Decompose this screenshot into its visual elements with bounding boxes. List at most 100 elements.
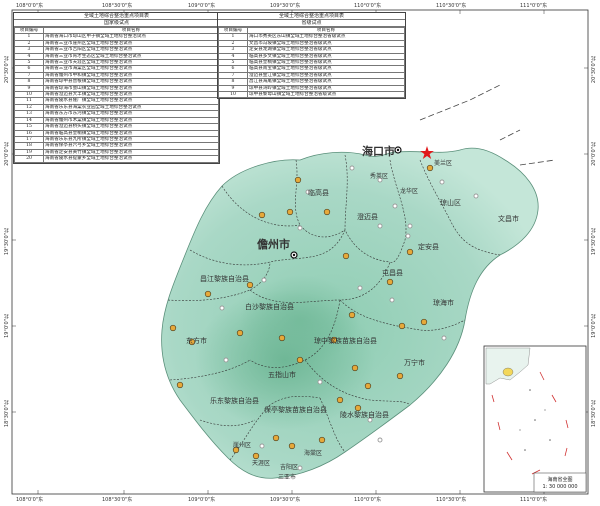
national-pilot-point [406,248,414,256]
coord-bottom-1: 108°0'0"东 [16,497,44,503]
label-haitang: 海棠区 [304,450,323,457]
coord-top-4: 109°30'0"东 [270,3,301,9]
national-pilot-point [342,252,350,260]
provincial-pilot-point [405,233,411,239]
provincial-pilot-point [261,277,267,283]
project-name: 海南省陵水县提蒙乡全域土地综合整治试点 [43,155,219,163]
coord-top-6: 110°30'0"东 [436,3,467,9]
project-number: 20 [14,155,44,163]
national-pilot-point [351,364,359,372]
label-qiongzhong: 琼中黎族苗族自治县 [314,337,377,345]
provincial-pilot-point [389,297,395,303]
provincial-pilot-point [441,335,447,341]
label-wenchang: 文昌市 [498,215,519,223]
national-pilot-point [294,176,302,184]
label-dingan: 定安县 [418,243,439,251]
label-lingao: 临高县 [308,189,329,197]
table-row: 20 海南省陵水县提蒙乡全域土地综合整治试点 [14,155,219,163]
provincial-pilot-point [473,193,479,199]
label-sanya: 三亚市 [278,474,297,481]
label-tianya: 天涯区 [252,460,271,467]
coord-left-4: 19°0'0"北 [4,314,10,338]
coord-top-7: 111°0'0"东 [520,3,548,9]
national-pilot-point [348,311,356,319]
coord-right-2: 20°0'0"北 [591,142,597,166]
provincial-pilot-point [259,443,265,449]
label-baisha: 白沙黎族自治县 [245,303,294,311]
provincial-pilot-point [377,223,383,229]
national-pilot-point [286,208,294,216]
map-stage: 全域土地综合整治重点项目表 国家级试点 项目编号 项目名称 1 海南省海口市琼山区… [0,0,600,506]
provincial-pilot-table: 全域土地综合整治重点项目表 省级试点 项目编号 项目名称 1 海口市秀英区东山镇全… [217,12,406,100]
label-yazhou: 崖州区 [233,442,252,449]
label-wuzhishan: 五指山市 [268,371,296,379]
national-pilot-point [236,329,244,337]
label-xiuying: 秀英区 [370,173,389,180]
national-pilot-point [386,278,394,286]
national-pilot-point [176,381,184,389]
coord-left-5: 18°30'0"北 [4,400,10,428]
national-table-title: 全域土地综合整治重点项目表 [14,13,219,20]
provincial-pilot-point [357,285,363,291]
coord-right-5: 18°30'0"北 [591,400,597,428]
label-haikou: 海口市 [362,145,395,158]
coord-bottom-2: 108°30'0"东 [102,497,133,503]
label-dongfang: 东方市 [186,337,207,345]
coord-top-1: 108°0'0"东 [16,3,44,9]
national-pilot-point [336,396,344,404]
project-number: 10 [218,91,248,99]
provincial-pilot-point [297,225,303,231]
provincial-pilot-point [317,379,323,385]
label-ledong: 乐东黎族自治县 [210,397,259,405]
coord-top-3: 109°0'0"东 [188,3,216,9]
national-pilot-point [318,436,326,444]
coord-top-5: 110°0'0"东 [354,3,382,9]
coord-left-1: 20°30'0"北 [4,56,10,84]
national-pilot-point [169,324,177,332]
national-pilot-point [288,442,296,450]
coord-bottom-3: 109°0'0"东 [188,497,216,503]
inset-title: 海南省全图 [547,477,573,483]
label-longhua: 龙华区 [400,188,419,195]
label-chengmai: 澄迈县 [357,213,378,221]
coord-left-2: 20°0'0"北 [4,142,10,166]
label-wanning: 万宁市 [404,359,425,367]
national-pilot-point [296,356,304,364]
national-pilot-point [278,334,286,342]
provincial-pilot-point [377,437,383,443]
provincial-pilot-point [392,203,398,209]
national-pilot-point [426,164,434,172]
national-pilot-point [258,211,266,219]
label-qionghai: 琼海市 [433,299,454,307]
table-row: 10 琼中县黎母山镇全域土地综合整治省级试点 [218,91,405,99]
coord-right-1: 20°30'0"北 [591,56,597,84]
provincial-pilot-point [407,223,413,229]
label-jiyang: 吉阳区 [280,464,299,471]
provincial-table-subtitle: 省级试点 [218,20,405,27]
coord-bottom-4: 109°30'0"东 [270,497,301,503]
national-table-subtitle: 国家级试点 [14,20,219,27]
coord-top-2: 108°30'0"东 [102,3,133,9]
inset-scale: 1: 30 000 000 [542,484,578,490]
project-name: 琼中县黎母山镇全域土地综合整治省级试点 [247,91,405,99]
national-pilot-point [396,372,404,380]
label-lingshui: 陵水黎族自治县 [340,411,389,419]
label-baoting: 保亭黎族苗族自治县 [264,406,327,414]
national-pilot-point [398,322,406,330]
provincial-table-title: 全域土地综合整治重点项目表 [218,13,405,20]
national-pilot-table: 全域土地综合整治重点项目表 国家级试点 项目编号 项目名称 1 海南省海口市琼山区… [13,12,220,164]
label-danzhou: 儋州市 [257,238,290,251]
inset-map [483,345,587,493]
provincial-pilot-point [349,165,355,171]
provincial-pilot-point [439,179,445,185]
provincial-pilot-point [219,305,225,311]
inset-hainan-highlight [502,367,514,377]
provincial-pilot-point [297,465,303,471]
coord-left-3: 19°30'0"北 [4,228,10,256]
national-pilot-point [364,382,372,390]
provincial-pilot-point [223,357,229,363]
national-pilot-point [204,290,212,298]
coord-bottom-7: 111°0'0"东 [520,497,548,503]
label-qiongshan: 琼山区 [440,199,461,207]
national-pilot-point [272,434,280,442]
